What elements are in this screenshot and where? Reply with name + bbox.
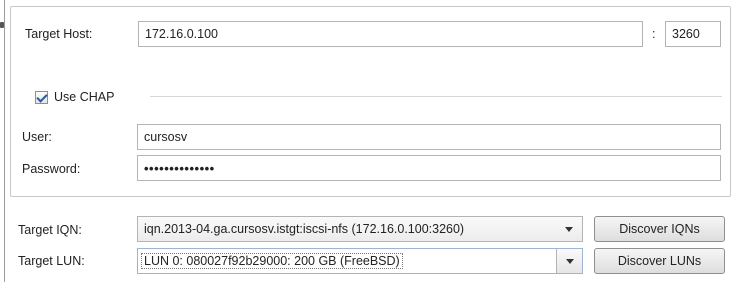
target-lun-dropdown[interactable]: LUN 0: 080027f92b29000: 200 GB (FreeBSD) (137, 248, 583, 274)
chap-group-rule (150, 96, 722, 97)
discover-luns-button[interactable]: Discover LUNs (594, 248, 725, 274)
target-lun-label: Target LUN: (18, 254, 85, 268)
target-iqn-label: Target IQN: (18, 223, 82, 237)
target-port-input[interactable]: 3260 (665, 21, 721, 47)
use-chap-label: Use CHAP (54, 90, 115, 104)
password-input[interactable]: •••••••••••••• (137, 155, 721, 181)
use-chap-checkbox[interactable] (35, 90, 48, 104)
target-lun-value: LUN 0: 080027f92b29000: 200 GB (FreeBSD) (141, 253, 403, 269)
target-iqn-value: iqn.2013-04.ga.cursosv.istgt:iscsi-nfs (… (144, 222, 465, 236)
iscsi-storage-dialog: Target Host: 172.16.0.100 : 3260 Use CHA… (0, 0, 741, 282)
password-label: Password: (22, 162, 81, 176)
user-label: User: (22, 130, 52, 144)
chevron-down-icon[interactable] (556, 249, 582, 273)
target-host-input[interactable]: 172.16.0.100 (138, 21, 643, 47)
port-separator: : (652, 27, 656, 41)
use-chap-checkbox-row[interactable]: Use CHAP (35, 90, 114, 104)
target-iqn-dropdown[interactable]: iqn.2013-04.ga.cursosv.istgt:iscsi-nfs (… (137, 216, 583, 242)
chevron-down-icon[interactable] (556, 217, 582, 241)
target-host-label: Target Host: (25, 27, 93, 41)
user-input[interactable]: cursosv (137, 124, 721, 150)
discover-iqns-button[interactable]: Discover IQNs (594, 216, 725, 242)
